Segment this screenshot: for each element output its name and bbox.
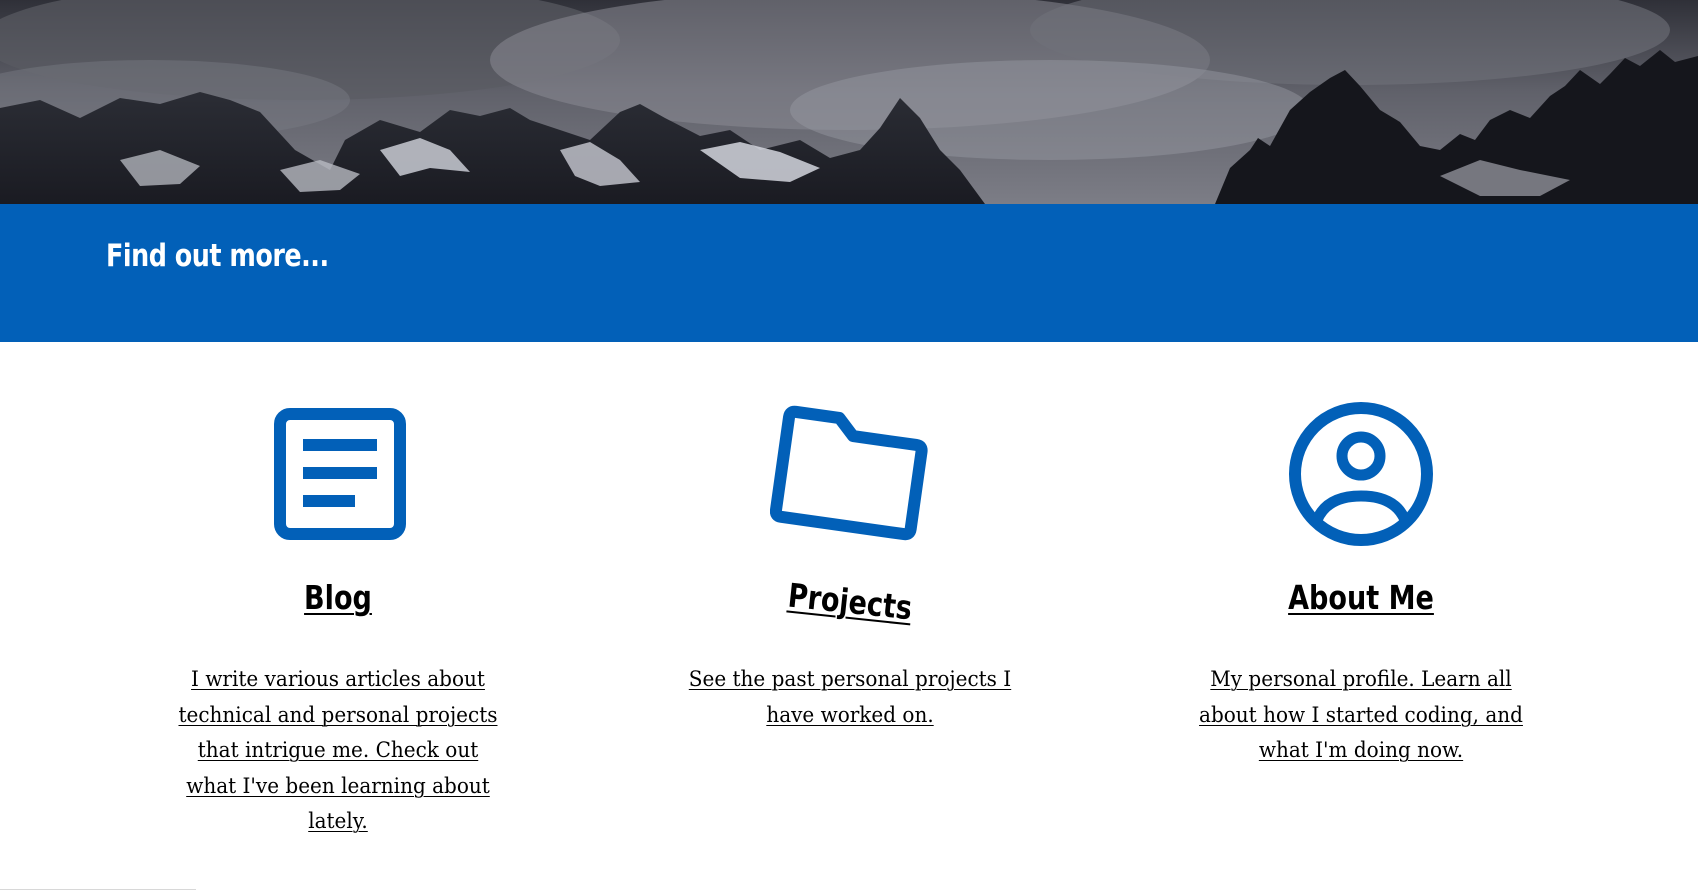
user-profile-icon[interactable] (1287, 400, 1435, 548)
mountain-illustration (0, 0, 1698, 204)
document-icon[interactable] (274, 408, 406, 540)
about-me-icon-container (1151, 390, 1571, 550)
page: Find out more... Blog I write various ar… (0, 0, 1698, 892)
blog-description-link[interactable]: I write various articles about technical… (171, 662, 506, 840)
blog-link[interactable]: Blog (166, 576, 510, 620)
projects-card: Projects See the past personal projects … (640, 390, 1060, 728)
projects-description-wrap: See the past personal projects I have wo… (670, 662, 1030, 733)
projects-heading-wrap: Projects (640, 576, 1060, 628)
about-me-heading-wrap: About Me (1151, 576, 1571, 620)
blog-heading-wrap: Blog (128, 576, 548, 620)
about-me-description-link[interactable]: My personal profile. Learn all about how… (1194, 662, 1529, 769)
section-title: Find out more... (106, 238, 329, 274)
divider (0, 889, 196, 890)
about-me-link[interactable]: About Me (1189, 576, 1533, 620)
about-me-description-wrap: My personal profile. Learn all about how… (1181, 662, 1541, 769)
blog-description-wrap: I write various articles about technical… (158, 662, 518, 840)
about-me-card: About Me My personal profile. Learn all … (1151, 390, 1571, 763)
projects-icon-container (640, 390, 1060, 550)
projects-link[interactable]: Projects (676, 562, 1023, 642)
hero-banner-image (0, 0, 1698, 204)
blog-card: Blog I write various articles about tech… (128, 390, 548, 834)
blog-icon-container (128, 390, 548, 550)
folder-icon[interactable] (770, 402, 930, 542)
projects-description-link[interactable]: See the past personal projects I have wo… (683, 662, 1018, 733)
